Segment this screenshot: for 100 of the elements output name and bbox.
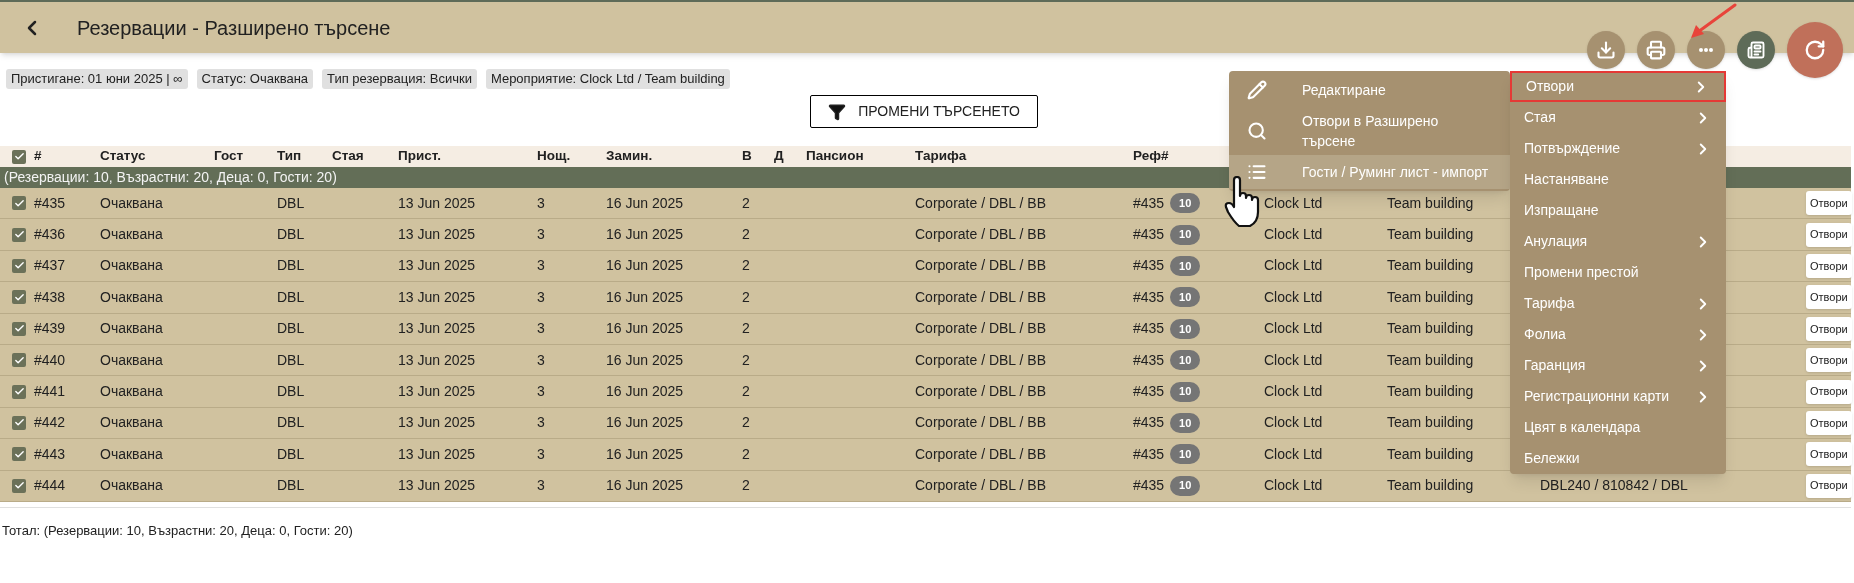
print-button[interactable] [1637, 31, 1675, 69]
table-cell-text: DBL [277, 444, 306, 464]
table-cell-text: 13 Jun 2025 [398, 319, 477, 339]
checkbox[interactable] [12, 149, 26, 164]
table-cell-text: 16 Jun 2025 [606, 350, 685, 370]
column-header: Гост [214, 147, 245, 166]
table-cell-text: Очаквана [100, 444, 164, 464]
table-cell-text: Clock Ltd [1264, 319, 1324, 339]
table-cell-text: #438 [34, 287, 67, 307]
count-badge: 10 [1170, 381, 1201, 402]
open-button[interactable]: Отвори [1806, 222, 1852, 247]
hand-cursor-icon [1224, 176, 1262, 228]
table-cell-text: 13 Jun 2025 [398, 444, 477, 464]
table-cell-text: 3 [537, 444, 546, 464]
table-cell-text: 13 Jun 2025 [398, 413, 477, 433]
checkbox[interactable] [12, 384, 26, 399]
table-cell-text: Corporate / DBL / BB [915, 350, 1047, 370]
checkbox[interactable] [12, 290, 26, 305]
list-icon [1247, 162, 1267, 182]
table-cell-text: 2 [742, 350, 751, 370]
count-badge: 10 [1170, 287, 1201, 308]
table-cell-text: #437 [34, 256, 67, 276]
table-cell-text: 3 [537, 256, 546, 276]
table-cell-text: Corporate / DBL / BB [915, 476, 1047, 496]
open-button[interactable]: Отвори [1806, 348, 1852, 373]
table-cell-text: #435 [1133, 413, 1165, 433]
document-button[interactable] [1737, 31, 1775, 69]
table-cell-text: #435 [1133, 444, 1165, 464]
refresh-button[interactable] [1787, 22, 1843, 78]
table-cell-text: DBL [277, 256, 306, 276]
table-cell-text: DBL [277, 413, 306, 433]
column-header: Реф# [1133, 147, 1170, 166]
table-cell-text: 16 Jun 2025 [606, 319, 685, 339]
column-header: Д [774, 147, 785, 166]
table-cell-text: 13 Jun 2025 [398, 193, 477, 213]
open-button[interactable]: Отвори [1806, 316, 1852, 341]
refresh-icon [1804, 39, 1826, 61]
open-button[interactable]: Отвори [1806, 442, 1852, 467]
table-cell-text: 2 [742, 287, 751, 307]
table-cell-text: Clock Ltd [1264, 225, 1324, 245]
table-cell-text: #435 [1133, 350, 1165, 370]
table-cell-text: #435 [1133, 287, 1165, 307]
table-cell-text: Clock Ltd [1264, 476, 1324, 496]
table-cell-text: 13 Jun 2025 [398, 476, 477, 496]
table-cell-text: DBL [277, 193, 306, 213]
checkbox[interactable] [12, 258, 26, 273]
table-cell-text: 3 [537, 350, 546, 370]
table-cell-text: #443 [34, 444, 67, 464]
column-header: Тип [277, 147, 303, 166]
table-cell-text: #442 [34, 413, 67, 433]
table-cell-text: #444 [34, 476, 67, 496]
table-cell-text: 3 [537, 193, 546, 213]
column-header: Пансион [806, 147, 865, 166]
checkbox[interactable] [12, 227, 26, 242]
download-button[interactable] [1587, 31, 1625, 69]
table-cell-text: 2 [742, 225, 751, 245]
table-row[interactable]: #444 Очаквана DBL 13 Jun 2025 3 16 Jun 2025 2 Corporate / DBL / BB #435 10 Clock Ltd Team building DBL240 / 810842 / DBL Отвори [0, 470, 1851, 502]
table-cell-text: Очаквана [100, 225, 164, 245]
table-cell-text: #441 [34, 382, 67, 402]
table-cell-text: Corporate / DBL / BB [915, 256, 1047, 276]
table-cell-text: DBL [277, 287, 306, 307]
checkbox[interactable] [12, 415, 26, 430]
table-cell-text: Очаквана [100, 476, 164, 496]
column-header: Статус [100, 147, 147, 166]
filter-chip: Пристигане: 01 юни 2025 | ∞ [6, 69, 188, 89]
table-cell-text: 16 Jun 2025 [606, 413, 685, 433]
checkbox[interactable] [12, 196, 26, 211]
open-button[interactable]: Отвори [1806, 285, 1852, 310]
page-title: Резервации - Разширено търсене [77, 15, 391, 41]
table-cell-text: 13 Jun 2025 [398, 287, 477, 307]
open-button[interactable]: Отвори [1806, 379, 1852, 404]
table-cell-text: #435 [1133, 256, 1165, 276]
checkbox[interactable] [12, 321, 26, 336]
filter-chip: Тип резервация: Всички [322, 69, 477, 89]
filter-chip: Мероприятие: Clock Ltd / Team building [485, 69, 730, 89]
table-cell-text: Clock Ltd [1264, 382, 1324, 402]
count-badge: 10 [1170, 475, 1201, 496]
open-button[interactable]: Отвори [1806, 410, 1852, 435]
annotation-arrow [1688, 3, 1738, 41]
checkbox[interactable] [12, 447, 26, 462]
table-cell-text: 3 [537, 476, 546, 496]
table-cell-text: #436 [34, 225, 67, 245]
table-cell-text: 13 Jun 2025 [398, 225, 477, 245]
table-cell-text: #435 [34, 193, 67, 213]
change-search-button[interactable]: ПРОМЕНИ ТЪРСЕНЕТО [810, 95, 1038, 128]
column-header: Тарифа [915, 147, 968, 166]
table-cell-text: Очаквана [100, 350, 164, 370]
table-cell-text: Corporate / DBL / BB [915, 287, 1047, 307]
table-cell-text: 13 Jun 2025 [398, 256, 477, 276]
open-button[interactable]: Отвори [1806, 473, 1852, 498]
table-cell-text: 16 Jun 2025 [606, 382, 685, 402]
open-button[interactable]: Отвори [1806, 253, 1852, 278]
checkbox[interactable] [12, 478, 26, 493]
table-cell-text: 3 [537, 225, 546, 245]
table-cell-text: Очаквана [100, 413, 164, 433]
checkbox[interactable] [12, 353, 26, 368]
table-cell-text: 2 [742, 193, 751, 213]
open-button[interactable]: Отвори [1806, 191, 1852, 216]
column-header: # [34, 147, 43, 166]
filter-icon [828, 102, 847, 121]
